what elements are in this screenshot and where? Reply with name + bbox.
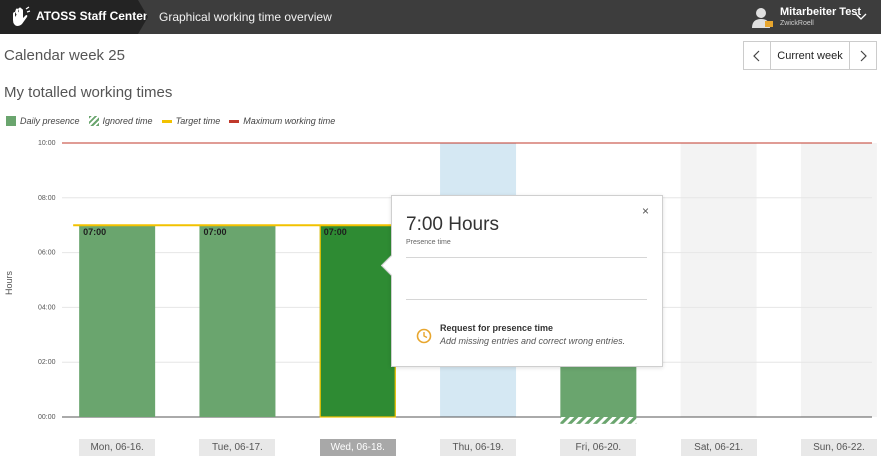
legend-label: Ignored time [102,116,153,126]
presence-time-popup: × 7:00 Hours Presence time Request for p… [380,195,663,367]
day-label[interactable]: Thu, 06-19. [440,439,517,456]
bar-value-label: 07:00 [324,227,347,237]
legend-swatch-ignored [88,116,99,126]
y-tick-label: 08:00 [38,195,56,202]
legend-item-target-time: Target time [161,116,221,126]
day-label[interactable]: Fri, 06-20. [560,439,637,456]
legend-item-ignored-time: Ignored time [88,116,153,126]
user-name[interactable]: Mitarbeiter Test [780,6,861,18]
bar-value-label: 07:00 [203,227,226,237]
day-label[interactable]: Sat, 06-21. [680,439,757,456]
divider [406,299,647,300]
next-week-button[interactable] [849,42,876,69]
legend-label: Target time [175,116,221,126]
divider [406,257,647,258]
previous-week-button[interactable] [744,42,771,69]
current-week-button[interactable]: Current week [771,42,849,69]
legend-label: Maximum working time [243,116,336,126]
chevron-down-icon[interactable] [855,10,867,22]
y-tick-label: 02:00 [38,359,56,366]
hand-logo-icon [13,6,31,26]
request-presence-time-link[interactable]: Request for presence time Add missing en… [416,323,625,346]
legend-label: Daily presence [20,116,80,126]
popup-hours: 7:00 Hours [406,214,499,235]
day-label[interactable]: Sun, 06-22. [800,439,877,456]
y-tick-label: 06:00 [38,250,56,257]
close-icon[interactable]: × [642,204,649,218]
user-avatar-icon[interactable] [752,7,774,29]
legend-swatch-maximum [229,119,240,123]
request-description: Add missing entries and correct wrong en… [440,336,626,346]
presence-bar[interactable] [560,362,637,417]
y-tick-label: 00:00 [38,414,56,421]
presence-bar[interactable] [319,225,396,417]
chevron-right-icon [860,50,867,61]
page-title: Graphical working time overview [159,10,332,24]
chevron-left-icon [753,50,760,61]
user-organization: ZwickRoell [780,20,814,27]
presence-bar[interactable] [79,225,156,417]
legend-item-daily-presence: Daily presence [6,116,80,126]
presence-bar[interactable] [199,225,276,417]
chart-legend: Daily presence Ignored time Target time … [6,116,344,126]
week-navigation: Current week [743,41,877,70]
request-title: Request for presence time [440,323,554,333]
ignored-time-bar [560,417,637,424]
y-axis-title: Hours [4,271,14,296]
calendar-week-title: Calendar week 25 [4,47,125,64]
y-tick-label: 10:00 [38,140,56,147]
y-tick-label: 04:00 [38,304,56,311]
legend-swatch-target [161,119,172,123]
legend-item-maximum-working-time: Maximum working time [229,116,335,126]
popup-subtitle: Presence time [406,239,451,246]
weekend-column [800,143,877,417]
totals-title: My totalled working times [4,84,173,101]
day-label[interactable]: Tue, 06-17. [199,439,276,456]
weekend-column [680,143,757,417]
bar-value-label: 07:00 [83,227,106,237]
day-label[interactable]: Mon, 06-16. [79,439,156,456]
brand-area[interactable]: ATOSS Staff Center [0,0,148,34]
legend-swatch-presence [6,116,16,126]
top-bar: ATOSS Staff Center Graphical working tim… [0,0,881,34]
clock-icon [416,328,432,344]
app-name: ATOSS Staff Center [36,9,148,23]
day-label[interactable]: Wed, 06-18. [319,439,396,456]
